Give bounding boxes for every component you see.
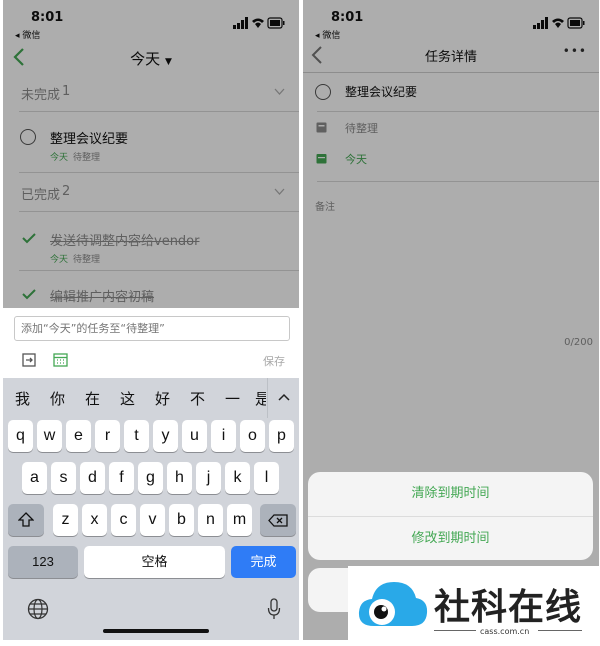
chevron-up-icon [278,393,290,401]
shift-arrow-icon [17,512,35,527]
key-f[interactable]: f [109,462,134,494]
task-composer: 保存 [3,308,299,378]
key-s[interactable]: s [51,462,76,494]
key-q[interactable]: q [8,420,33,452]
delete-key[interactable] [260,504,296,536]
candidate-word[interactable]: 好 [155,388,170,409]
key-a[interactable]: a [22,462,47,494]
clear-due-date-label: 清除到期时间 [411,486,490,501]
clear-due-date-option[interactable]: 清除到期时间 [308,472,593,516]
save-button[interactable]: 保存 [263,353,285,369]
backspace-icon [268,514,288,527]
key-w[interactable]: w [37,420,62,452]
key-l[interactable]: l [254,462,279,494]
watermark: 社科在线 cass.com.cn [348,566,600,646]
key-t[interactable]: t [124,420,149,452]
key-h[interactable]: h [167,462,192,494]
candidate-word[interactable]: 这 [120,388,135,409]
watermark-line [538,630,582,631]
space-key[interactable]: 空格 [84,546,225,578]
key-d[interactable]: d [80,462,105,494]
candidate-word[interactable]: 在 [85,388,100,409]
globe-icon[interactable] [27,598,49,620]
key-z[interactable]: z [53,504,78,536]
task-input[interactable] [14,316,290,341]
task-list-screen: 8:01 ◂ 微信 今天 ▼ 未完成 1 整理会议纪要 今天 待整理 已完成 2 [3,0,299,640]
numbers-key[interactable]: 123 [8,546,78,578]
calendar-icon[interactable] [53,352,68,367]
key-m[interactable]: m [227,504,252,536]
key-i[interactable]: i [211,420,236,452]
key-g[interactable]: g [138,462,163,494]
dim-overlay[interactable] [3,0,299,308]
shift-key[interactable] [8,504,44,536]
candidate-word[interactable]: 是 [255,388,266,409]
watermark-url: cass.com.cn [480,627,530,636]
watermark-line [434,630,476,631]
key-k[interactable]: k [225,462,250,494]
watermark-name: 社科在线 [434,586,583,628]
cloud-logo-icon [358,582,428,626]
key-n[interactable]: n [198,504,223,536]
key-y[interactable]: y [153,420,178,452]
key-b[interactable]: b [169,504,194,536]
key-e[interactable]: e [66,420,91,452]
done-key[interactable]: 完成 [231,546,296,578]
modify-due-date-label: 修改到期时间 [411,531,490,546]
key-j[interactable]: j [196,462,221,494]
modify-due-date-option[interactable]: 修改到期时间 [308,517,593,560]
key-x[interactable]: x [82,504,107,536]
key-v[interactable]: v [140,504,165,536]
microphone-icon[interactable] [267,598,281,620]
key-p[interactable]: p [269,420,294,452]
candidate-word[interactable]: 一 [225,388,240,409]
key-u[interactable]: u [182,420,207,452]
move-to-list-icon[interactable] [22,353,36,367]
candidate-word[interactable]: 不 [190,388,205,409]
candidate-word[interactable]: 我 [15,388,30,409]
key-r[interactable]: r [95,420,120,452]
candidate-word[interactable]: 你 [50,388,65,409]
task-detail-screen: 8:01 ◂ 微信 任务详情 ••• 整理会议纪要 待整理 今天 备注 0/20… [303,0,599,640]
key-c[interactable]: c [111,504,136,536]
home-indicator [103,629,209,633]
key-o[interactable]: o [240,420,265,452]
action-sheet: 清除到期时间 修改到期时间 [308,472,593,560]
keyboard-collapse-button[interactable] [267,378,299,418]
